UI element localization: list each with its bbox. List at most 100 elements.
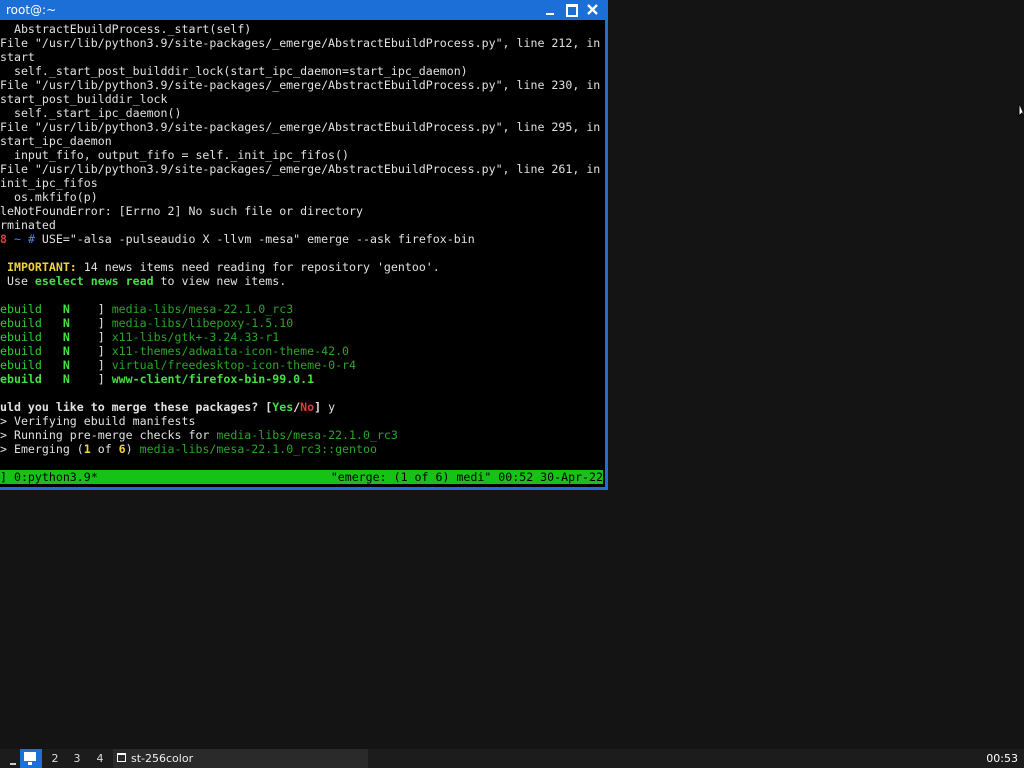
terminal-text: File "/usr/lib/python3.9/site-packages/_… — [0, 120, 601, 134]
terminal-text: > Emerging ( — [0, 442, 84, 456]
terminal-text: ~ — [6, 232, 28, 246]
task-label: st-256color — [131, 752, 194, 765]
terminal-text: N — [55, 302, 77, 316]
taskbar-task-terminal[interactable]: st-256color — [113, 749, 368, 768]
terminal-text: N — [55, 316, 77, 330]
terminal-text: of — [90, 442, 119, 456]
terminal-line: File "/usr/lib/python3.9/site-packages/_… — [0, 120, 605, 134]
clock: 00:53 — [986, 752, 1018, 765]
minimize-icon[interactable] — [540, 0, 561, 20]
tmux-status-right: "emerge: (1 of 6) medi" 00:52 30-Apr-22 — [330, 470, 603, 484]
terminal-text: media-libs/libepoxy-1.5.10 — [111, 316, 294, 330]
terminal-text: x11-libs/gtk+-3.24.33-r1 — [111, 330, 280, 344]
window-titlebar[interactable]: root@:~ — [0, 0, 605, 20]
terminal-line: ebuild N ] virtual/freedesktop-icon-them… — [0, 358, 605, 372]
terminal-text: ebuild — [0, 358, 56, 372]
terminal-line: File "/usr/lib/python3.9/site-packages/_… — [0, 78, 605, 92]
terminal-text: 14 news items need reading for repositor… — [76, 260, 440, 274]
terminal-line: init_ipc_fifos — [0, 176, 605, 190]
terminal-text: eselect news read — [34, 274, 154, 288]
terminal-line: AbstractEbuildProcess._start(self) — [0, 22, 605, 36]
terminal-text: init_ipc_fifos — [0, 176, 98, 190]
terminal-text: N — [55, 372, 77, 386]
monitor-icon — [24, 752, 36, 765]
terminal-line: ebuild N ] media-libs/mesa-22.1.0_rc3 — [0, 302, 605, 316]
workspace-4-button[interactable]: 4 — [89, 749, 111, 768]
terminal-line: ebuild N ] media-libs/libepoxy-1.5.10 — [0, 316, 605, 330]
terminal-window[interactable]: root@:~ AbstractEbuildProcess._start(sel… — [0, 0, 608, 490]
terminal-text: > Verifying ebuild manifests — [0, 414, 196, 428]
terminal-text: File "/usr/lib/python3.9/site-packages/_… — [0, 36, 601, 50]
terminal-text: N — [55, 358, 77, 372]
terminal-text: start — [0, 50, 35, 64]
terminal-text: File "/usr/lib/python3.9/site-packages/_… — [0, 78, 601, 92]
terminal-text: www-client/firefox-bin-99.0.1 — [111, 372, 315, 386]
tmux-window-list: ] 0:python3.9* — [0, 470, 98, 484]
terminal-text: x11-themes/adwaita-icon-theme-42.0 — [111, 344, 350, 358]
terminal-text: ebuild — [0, 316, 56, 330]
workspace-2-button[interactable]: 2 — [44, 749, 66, 768]
terminal-line: > Verifying ebuild manifests — [0, 414, 605, 428]
terminal-text: ] — [76, 358, 112, 372]
terminal-text: start_ipc_daemon — [0, 134, 112, 148]
terminal-text: virtual/freedesktop-icon-theme-0-r4 — [111, 358, 357, 372]
terminal-line: start_post_builddir_lock — [0, 92, 605, 106]
terminal-text: media-libs/mesa-22.1.0_rc3 — [111, 302, 294, 316]
workspace-1-button[interactable] — [20, 749, 42, 768]
terminal-text: ebuild — [0, 330, 56, 344]
terminal-line: start_ipc_daemon — [0, 134, 605, 148]
terminal-text: > Running pre-merge checks for — [0, 428, 217, 442]
taskbar: 2 3 4 st-256color 00:53 — [0, 749, 1024, 768]
maximize-icon[interactable] — [561, 0, 582, 20]
terminal-text: rminated — [0, 218, 56, 232]
terminal-line: self._start_ipc_daemon() — [0, 106, 605, 120]
terminal-text: media-libs/mesa-22.1.0_rc3 — [216, 428, 398, 442]
terminal-line: uld you like to merge these packages? [Y… — [0, 400, 605, 414]
terminal-text: Use — [0, 274, 35, 288]
terminal-text: File "/usr/lib/python3.9/site-packages/_… — [0, 162, 601, 176]
terminal-line: File "/usr/lib/python3.9/site-packages/_… — [0, 162, 605, 176]
terminal-text: y — [321, 400, 336, 414]
terminal-text: # — [27, 232, 42, 246]
window-title: root@:~ — [6, 3, 57, 17]
terminal-text: start_post_builddir_lock — [0, 92, 168, 106]
terminal-text: ] — [76, 372, 112, 386]
terminal-line: os.mkfifo(p) — [0, 190, 605, 204]
terminal-output[interactable]: AbstractEbuildProcess._start(self) File "… — [0, 22, 605, 468]
terminal-text: uld you like to merge these packages? — [0, 400, 266, 414]
close-icon[interactable] — [582, 0, 603, 20]
terminal-line: self._start_post_builddir_lock(start_ipc… — [0, 64, 605, 78]
terminal-line: File "/usr/lib/python3.9/site-packages/_… — [0, 36, 605, 50]
terminal-text: ] — [76, 344, 112, 358]
workspace-3-button[interactable]: 3 — [66, 749, 88, 768]
terminal-text: leNotFoundError: [Errno 2] No such file … — [0, 204, 363, 218]
terminal-text: ] — [76, 330, 112, 344]
terminal-line: ebuild N ] x11-themes/adwaita-icon-theme… — [0, 344, 605, 358]
terminal-line: leNotFoundError: [Errno 2] No such file … — [0, 204, 605, 218]
terminal-text: ebuild — [0, 344, 56, 358]
terminal-line: ebuild N ] www-client/firefox-bin-99.0.1 — [0, 372, 605, 386]
tmux-status-bar: ] 0:python3.9* "emerge: (1 of 6) medi" 0… — [0, 470, 603, 484]
terminal-text: Yes — [272, 400, 294, 414]
terminal-line: start — [0, 50, 605, 64]
terminal-text: 1 — [83, 442, 91, 456]
window-icon — [117, 753, 126, 762]
terminal-text: input_fifo, output_fifo = self._init_ipc… — [0, 148, 350, 162]
terminal-text: ] — [76, 302, 112, 316]
terminal-line: > Running pre-merge checks for media-lib… — [0, 428, 605, 442]
terminal-line: input_fifo, output_fifo = self._init_ipc… — [0, 148, 605, 162]
terminal-text: N — [55, 344, 77, 358]
terminal-text: 6 — [118, 442, 126, 456]
terminal-line: rminated — [0, 218, 605, 232]
terminal-text: N — [55, 330, 77, 344]
terminal-line: Use eselect news read to view new items. — [0, 274, 605, 288]
terminal-text: self._start_post_builddir_lock(start_ipc… — [0, 64, 468, 78]
terminal-text: os.mkfifo(p) — [0, 190, 98, 204]
terminal-text: ebuild — [0, 372, 56, 386]
show-desktop-icon[interactable] — [8, 749, 20, 768]
terminal-text: IMPORTANT: — [6, 260, 77, 274]
